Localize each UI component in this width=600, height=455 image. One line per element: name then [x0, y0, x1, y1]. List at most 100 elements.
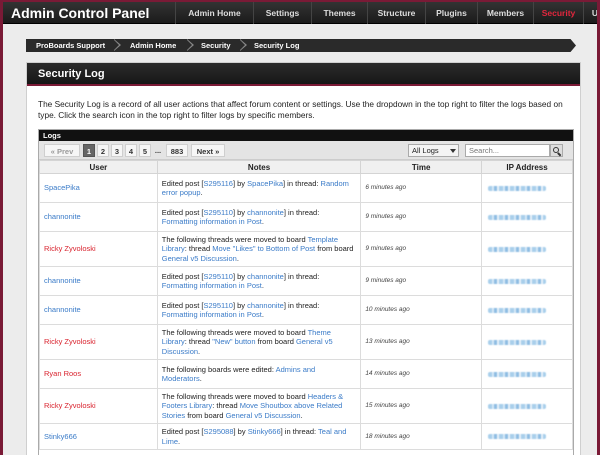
log-notes-text: The following threads were moved to boar… — [161, 234, 308, 244]
nav-themes[interactable]: Themes — [311, 2, 367, 24]
log-notes-link[interactable]: S295116 — [203, 179, 232, 188]
log-notes-link[interactable]: S295088 — [203, 427, 233, 436]
log-type-dropdown[interactable]: All Logs — [408, 144, 459, 157]
nav-settings[interactable]: Settings — [253, 2, 311, 24]
log-notes-text: ] in thread: — [283, 300, 320, 310]
log-user-link[interactable]: Ricky Zyvoloski — [44, 244, 96, 253]
log-type-selected: All Logs — [412, 146, 439, 155]
table-row: SpacePika Edited post [S295116] by SpaceP… — [39, 173, 573, 203]
log-notes-link[interactable]: S295110 — [203, 208, 232, 217]
log-notes-link[interactable]: channonite — [247, 272, 284, 281]
log-notes-text: ] by — [232, 300, 248, 310]
ip-address-blurred — [488, 307, 547, 313]
nav-members[interactable]: Members — [477, 2, 533, 24]
log-user-link[interactable]: channonite — [44, 276, 81, 285]
breadcrumb-separator-icon — [239, 39, 248, 52]
main-nav: Admin Home Settings Themes Structure Plu… — [175, 2, 597, 24]
page-button-3[interactable]: 3 — [111, 144, 123, 157]
log-notes-text: Edited post [ — [161, 207, 204, 217]
breadcrumb-security[interactable]: Security — [201, 39, 231, 52]
log-user-link[interactable]: channonite — [44, 212, 81, 221]
table-row: Stinky666 Edited post [S295088] by Stinky… — [39, 423, 573, 450]
log-notes-cell: Edited post [S295116] by SpacePika] in t… — [156, 173, 362, 203]
log-notes-link[interactable]: SpacePika — [247, 179, 283, 188]
nav-admin-home[interactable]: Admin Home — [175, 2, 253, 24]
log-ip-cell — [481, 388, 573, 424]
log-notes-text: from board — [185, 410, 226, 420]
logs-table: User Notes Time IP Address SpacePika Edit… — [39, 160, 573, 450]
logs-heading: Logs — [39, 130, 573, 141]
prev-page-button[interactable]: « Prev — [44, 144, 80, 157]
log-user-link[interactable]: Stinky666 — [44, 432, 77, 441]
ip-address-blurred — [488, 339, 547, 345]
log-notes-text: ] by — [233, 427, 248, 436]
log-notes-text: ] by — [232, 271, 248, 281]
nav-upgrades[interactable]: Upgrades — [583, 2, 597, 24]
log-ip-cell — [481, 359, 573, 389]
log-notes-link[interactable]: Formatting information in Post — [162, 310, 262, 319]
log-ip-cell — [481, 266, 573, 296]
log-notes-text: from board — [315, 244, 354, 254]
log-user-cell: Ryan Roos — [39, 359, 158, 389]
security-log-panel: Security Log The Security Log is a recor… — [26, 62, 581, 455]
search-input[interactable]: Search... — [465, 144, 550, 157]
log-notes-link[interactable]: channonite — [247, 301, 284, 310]
log-ip-cell — [481, 202, 573, 232]
page-description: The Security Log is a record of all user… — [38, 99, 563, 120]
log-notes-text: . — [261, 281, 264, 290]
page-title: Security Log — [38, 68, 105, 80]
log-notes-cell: Edited post [S295110] by channonite] in … — [156, 266, 362, 296]
log-notes-link[interactable]: S295110 — [203, 301, 232, 310]
log-notes-link[interactable]: General v5 Discussion — [226, 411, 301, 420]
column-header-ip: IP Address — [481, 160, 573, 174]
breadcrumb-security-log[interactable]: Security Log — [254, 39, 299, 52]
panel-header — [27, 63, 580, 86]
next-page-button[interactable]: Next » — [191, 144, 225, 157]
log-notes-text: ] in thread: — [283, 178, 321, 188]
log-notes-text: . — [236, 253, 239, 263]
page-button-last[interactable]: 883 — [166, 144, 188, 157]
log-user-link[interactable]: Ricky Zyvoloski — [44, 401, 96, 410]
log-notes-text: Edited post [ — [161, 271, 204, 281]
table-row: Ricky Zyvoloski The following threads wer… — [39, 231, 573, 267]
breadcrumb-admin-home[interactable]: Admin Home — [130, 39, 176, 52]
page-button-5[interactable]: 5 — [139, 144, 151, 157]
search-button[interactable] — [550, 144, 563, 157]
log-time-cell: 15 minutes ago — [360, 388, 483, 424]
log-notes-link[interactable]: channonite — [247, 208, 284, 217]
log-notes-cell: The following threads were moved to boar… — [156, 324, 362, 360]
log-user-cell: Ricky Zyvoloski — [39, 388, 158, 424]
log-notes-text: The following threads were moved to boar… — [161, 327, 308, 337]
log-notes-text: . — [200, 188, 203, 197]
page-button-4[interactable]: 4 — [125, 144, 137, 157]
nav-security[interactable]: Security — [533, 2, 583, 24]
log-notes-text: ] in thread: — [283, 271, 320, 281]
breadcrumb-proboards-support[interactable]: ProBoards Support — [36, 39, 105, 52]
log-notes-link[interactable]: Formatting information in Post — [162, 281, 262, 290]
logs-table-body: SpacePika Edited post [S295116] by SpaceP… — [39, 173, 573, 450]
log-notes-link[interactable]: "New" button — [212, 337, 255, 346]
log-notes-cell: Edited post [S295110] by channonite] in … — [156, 295, 362, 325]
nav-structure[interactable]: Structure — [367, 2, 425, 24]
log-notes-link[interactable]: S295110 — [203, 272, 232, 281]
page-button-2[interactable]: 2 — [97, 144, 109, 157]
log-user-link[interactable]: SpacePika — [44, 183, 80, 192]
log-notes-link[interactable]: Stinky666 — [248, 427, 281, 436]
log-notes-text: ] in thread: — [283, 207, 320, 217]
table-row: channonite Edited post [S295110] by chann… — [39, 295, 573, 325]
page-button-1[interactable]: 1 — [83, 144, 95, 157]
log-user-link[interactable]: Ricky Zyvoloski — [44, 337, 96, 346]
log-notes-link[interactable]: Move "Likes" to Bottom of Post — [212, 244, 315, 253]
column-header-user: User — [39, 160, 158, 174]
log-notes-link[interactable]: General v5 Discussion — [162, 254, 237, 263]
log-user-link[interactable]: channonite — [44, 305, 81, 314]
log-notes-link[interactable]: Formatting information in Post — [162, 217, 262, 226]
log-ip-cell — [481, 173, 573, 203]
log-time-cell: 6 minutes ago — [360, 173, 483, 203]
log-time-cell: 9 minutes ago — [360, 266, 483, 296]
log-notes-cell: The following threads were moved to boar… — [156, 231, 362, 267]
nav-plugins[interactable]: Plugins — [425, 2, 477, 24]
log-user-link[interactable]: Ryan Roos — [44, 369, 81, 378]
log-ip-cell — [481, 231, 573, 267]
log-user-cell: channonite — [39, 295, 158, 325]
